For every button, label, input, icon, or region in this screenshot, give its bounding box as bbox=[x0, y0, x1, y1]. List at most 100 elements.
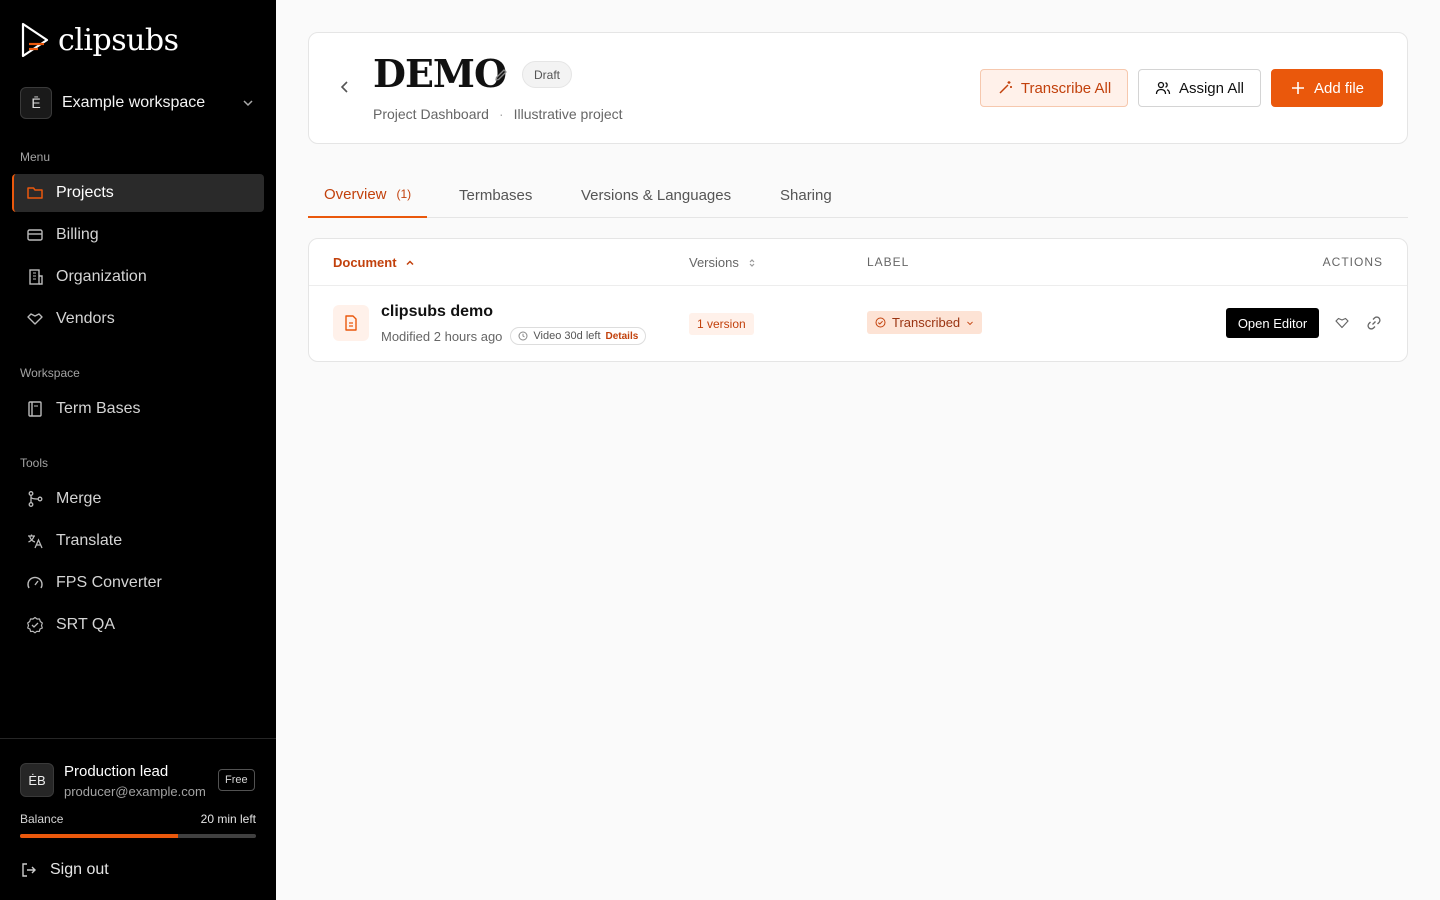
section-label-tools: Tools bbox=[20, 456, 49, 470]
project-tabs: Overview (1) Termbases Versions & Langua… bbox=[308, 172, 1408, 218]
tab-label: Overview bbox=[324, 185, 387, 203]
balance-progress-bar bbox=[20, 834, 256, 838]
sidebar-item-projects[interactable]: Projects bbox=[12, 174, 264, 212]
sign-out-label: Sign out bbox=[50, 861, 109, 878]
sidebar-item-merge[interactable]: Merge bbox=[12, 480, 264, 518]
status-badge: Draft bbox=[522, 61, 573, 88]
balance-label: Balance bbox=[20, 812, 64, 826]
modified-time: Modified 2 hours ago bbox=[381, 328, 503, 344]
video-retention-badge: Video 30d left Details bbox=[510, 327, 647, 345]
column-header-label: Versions bbox=[689, 255, 739, 270]
tab-label: Sharing bbox=[780, 186, 832, 204]
tab-termbases[interactable]: Termbases bbox=[459, 172, 532, 218]
sidebar-item-label: Organization bbox=[56, 268, 147, 285]
pencil-icon[interactable] bbox=[493, 67, 509, 83]
assign-all-button[interactable]: Assign All bbox=[1138, 69, 1261, 107]
sidebar-item-translate[interactable]: Translate bbox=[12, 522, 264, 560]
column-header-versions[interactable]: Versions bbox=[689, 255, 757, 270]
sidebar-item-label: Vendors bbox=[56, 310, 115, 327]
plus-icon bbox=[1291, 82, 1304, 94]
section-label-workspace: Workspace bbox=[20, 366, 80, 380]
gauge-icon bbox=[27, 576, 43, 589]
sidebar-item-label: Term Bases bbox=[56, 400, 141, 417]
sidebar: clipsubs Ē Example workspace Menu Projec… bbox=[0, 0, 276, 900]
logo[interactable]: clipsubs bbox=[20, 22, 179, 58]
chevron-down-icon bbox=[243, 100, 253, 107]
document-meta: Modified 2 hours ago Video 30d left Deta… bbox=[381, 327, 647, 345]
breadcrumb-separator: · bbox=[498, 106, 504, 122]
divider bbox=[309, 285, 1407, 286]
tab-count: (1) bbox=[396, 187, 412, 201]
breadcrumb-item[interactable]: Project Dashboard bbox=[373, 106, 489, 122]
logo-text: clipsubs bbox=[58, 22, 179, 58]
tab-versions-languages[interactable]: Versions & Languages bbox=[581, 172, 731, 218]
transcribe-all-label: Transcribe All bbox=[1020, 79, 1112, 97]
label-value: Transcribed bbox=[892, 315, 961, 330]
workspace-avatar: Ē bbox=[20, 87, 52, 119]
transcribe-all-button[interactable]: Transcribe All bbox=[980, 69, 1128, 107]
add-file-button[interactable]: Add file bbox=[1271, 69, 1383, 107]
sidebar-item-term-bases[interactable]: Term Bases bbox=[12, 390, 264, 428]
workspace-name: Example workspace bbox=[62, 94, 206, 111]
video-retention-text: Video 30d left bbox=[533, 330, 601, 342]
user-name: Production lead bbox=[64, 763, 169, 780]
folder-icon bbox=[27, 187, 43, 199]
user-avatar[interactable]: ĖB bbox=[20, 763, 54, 797]
workspace-switcher[interactable]: Ē Example workspace bbox=[20, 87, 256, 119]
column-header-label: Document bbox=[333, 255, 397, 270]
balance-progress-fill bbox=[20, 834, 179, 838]
add-file-label: Add file bbox=[1313, 79, 1365, 97]
link-icon[interactable] bbox=[1366, 315, 1382, 331]
document-file-icon bbox=[333, 305, 369, 341]
sidebar-item-vendors[interactable]: Vendors bbox=[12, 300, 264, 338]
sidebar-item-label: Translate bbox=[56, 532, 123, 549]
breadcrumb-item: Illustrative project bbox=[513, 106, 623, 122]
git-merge-icon bbox=[28, 491, 43, 507]
section-label-menu: Menu bbox=[20, 150, 51, 164]
handshake-icon[interactable] bbox=[1334, 315, 1350, 331]
sidebar-item-label: SRT QA bbox=[56, 616, 115, 633]
sidebar-item-organization[interactable]: Organization bbox=[12, 258, 264, 296]
document-name[interactable]: clipsubs demo bbox=[381, 303, 493, 321]
magic-wand-icon bbox=[999, 81, 1012, 94]
tab-overview[interactable]: Overview (1) bbox=[308, 172, 428, 218]
column-header-document[interactable]: Document bbox=[333, 255, 415, 270]
version-count-badge[interactable]: 1 version bbox=[689, 313, 754, 335]
user-email: producer@example.com bbox=[64, 784, 206, 799]
tab-label: Termbases bbox=[459, 186, 533, 204]
file-text-icon bbox=[345, 315, 357, 331]
building-icon bbox=[29, 269, 43, 285]
chevron-left-icon[interactable] bbox=[337, 79, 353, 95]
column-header-actions: ACTIONS bbox=[1322, 255, 1383, 269]
plan-badge: Free bbox=[218, 769, 255, 791]
sidebar-item-srt-qa[interactable]: SRT QA bbox=[12, 606, 264, 644]
label-dropdown[interactable]: Transcribed bbox=[867, 311, 983, 334]
documents-table: Document Versions LABEL ACTIONS clipsubs… bbox=[308, 238, 1408, 362]
sign-out-icon bbox=[22, 863, 36, 877]
credit-card-icon bbox=[27, 229, 43, 241]
book-icon bbox=[28, 401, 42, 417]
user-panel: ĖB Production lead producer@example.com … bbox=[0, 738, 276, 900]
sort-ascending-icon bbox=[406, 259, 414, 265]
project-header: DEMO Draft Project Dashboard · Illustrat… bbox=[308, 32, 1408, 144]
handshake-icon bbox=[27, 313, 43, 325]
open-editor-button[interactable]: Open Editor bbox=[1226, 308, 1319, 338]
details-link[interactable]: Details bbox=[606, 331, 639, 342]
users-icon bbox=[1155, 81, 1171, 95]
page-title: DEMO bbox=[373, 51, 507, 96]
sort-icon bbox=[749, 258, 755, 267]
sidebar-item-label: Projects bbox=[56, 184, 114, 201]
sidebar-item-label: Merge bbox=[56, 490, 102, 507]
tab-label: Versions & Languages bbox=[581, 186, 732, 204]
clock-icon bbox=[518, 331, 528, 341]
column-header-label: LABEL bbox=[867, 255, 910, 269]
breadcrumb: Project Dashboard · Illustrative project bbox=[373, 106, 623, 122]
tab-sharing[interactable]: Sharing bbox=[780, 172, 832, 218]
chevron-down-icon bbox=[967, 321, 974, 325]
balance-value: 20 min left bbox=[200, 812, 256, 826]
sidebar-item-fps-converter[interactable]: FPS Converter bbox=[12, 564, 264, 602]
check-circle-icon bbox=[875, 317, 886, 328]
assign-all-label: Assign All bbox=[1178, 79, 1245, 97]
sign-out-button[interactable]: Sign out bbox=[20, 861, 109, 879]
sidebar-item-billing[interactable]: Billing bbox=[12, 216, 264, 254]
